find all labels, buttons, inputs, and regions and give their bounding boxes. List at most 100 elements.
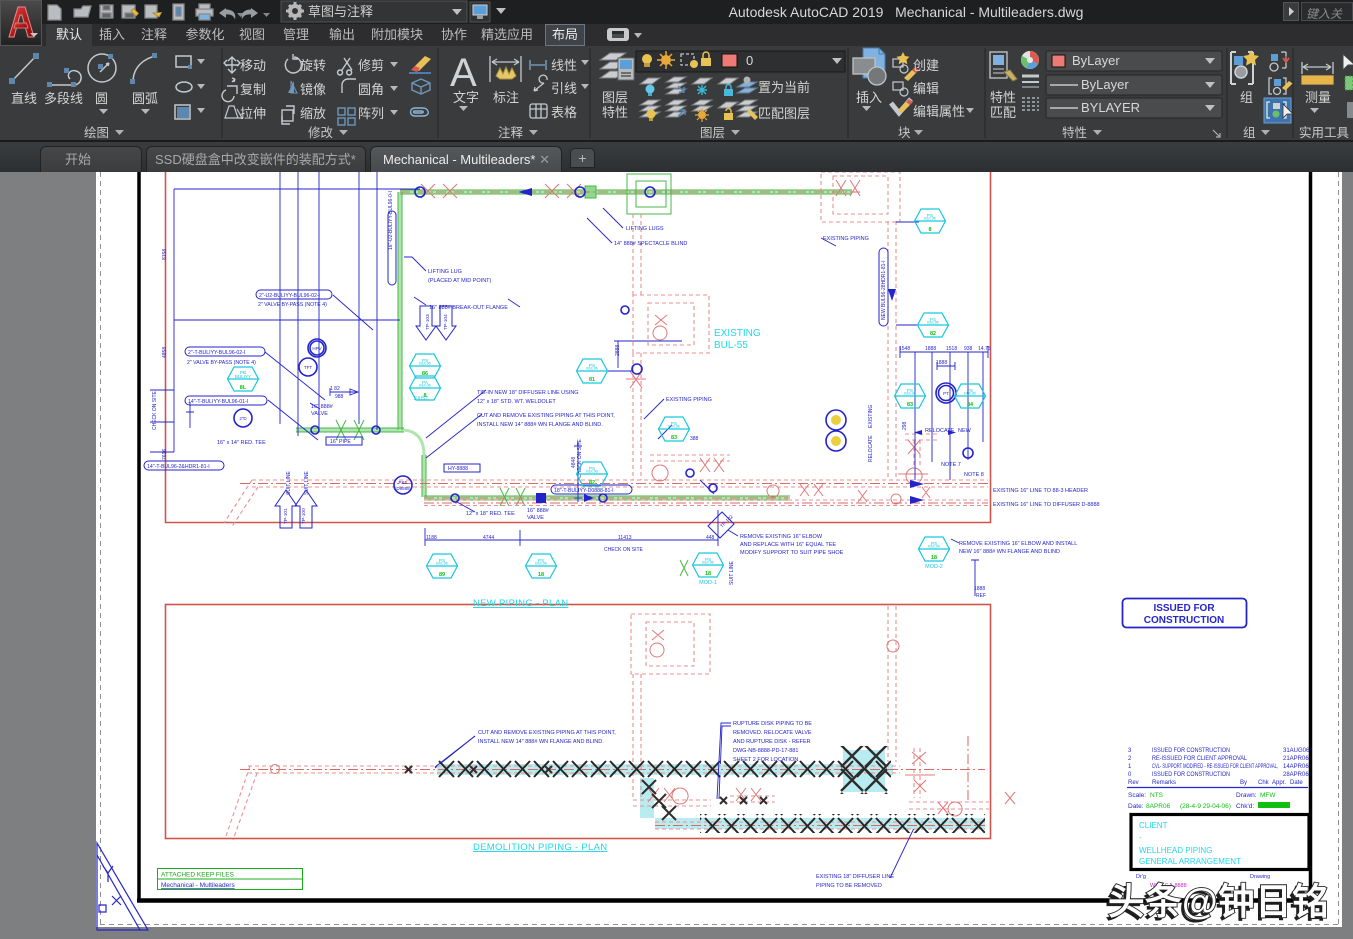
svg-text:Date:: Date: [1128, 803, 1144, 810]
svg-text:TFT: TFT [304, 365, 312, 370]
svg-text:(PLACED AT MID POINT): (PLACED AT MID POINT) [428, 278, 492, 284]
svg-text:文字: 文字 [453, 90, 479, 105]
svg-text:P&E: P&E [398, 480, 407, 485]
svg-text:MOD-2: MOD-2 [925, 564, 943, 570]
svg-text:INSTALL NEW 14" 888# WN FLANGE: INSTALL NEW 14" 888# WN FLANGE AND BLIND… [477, 422, 603, 428]
svg-text:ISSUED FOR CONSTRUCTION: ISSUED FOR CONSTRUCTION [1152, 772, 1230, 778]
svg-text:创建: 创建 [913, 58, 939, 73]
svg-text:12" x 18" RED. TEE: 12" x 18" RED. TEE [466, 511, 515, 517]
svg-text:1888: 1888 [925, 346, 936, 352]
svg-text:2"D: 2"D [239, 416, 247, 421]
svg-text:8: 8 [423, 393, 426, 399]
svg-text:1888: 1888 [936, 360, 947, 366]
svg-text:ByLayer: ByLayer [1081, 77, 1129, 92]
svg-text:18: 18 [705, 571, 711, 577]
svg-text:BUL96: BUL96 [927, 321, 939, 325]
svg-text:ATTACHED KEEP FILES: ATTACHED KEEP FILES [161, 872, 235, 879]
svg-text:阵列: 阵列 [358, 106, 384, 121]
svg-text:拉伸: 拉伸 [240, 106, 266, 121]
svg-text:NEW: NEW [958, 428, 972, 434]
svg-text:多段线: 多段线 [44, 91, 83, 106]
svg-text:4848: 4848 [571, 457, 577, 468]
svg-text:8APR06: 8APR06 [1146, 803, 1171, 810]
svg-text:标注: 标注 [493, 90, 519, 105]
svg-text:编辑: 编辑 [913, 81, 939, 96]
svg-text:Appr.: Appr. [1272, 780, 1286, 786]
svg-text:Mechanical - Multileaders: Mechanical - Multileaders [161, 882, 235, 889]
svg-text:VALVE: VALVE [311, 411, 328, 417]
svg-text:RUPTURE DISK PIPING TO BE: RUPTURE DISK PIPING TO BE [733, 721, 812, 727]
svg-text:圆角: 圆角 [358, 82, 384, 97]
svg-text:988: 988 [335, 394, 344, 400]
svg-text:BUL96: BUL96 [535, 562, 547, 566]
svg-text:BUL96: BUL96 [702, 561, 714, 565]
svg-text:16"-U2-BULIYY-BUL96-0-I: 16"-U2-BULIYY-BUL96-0-I [388, 191, 394, 250]
svg-text:BUL96: BUL96 [419, 384, 431, 388]
svg-text:938: 938 [964, 346, 973, 352]
svg-text:EXISTING 18" DIFFUSER LINE: EXISTING 18" DIFFUSER LINE [816, 874, 894, 880]
svg-text:(28-4-9 29-04-06): (28-4-9 29-04-06) [1180, 803, 1231, 810]
svg-text:WELLHEAD PIPING: WELLHEAD PIPING [1139, 846, 1212, 855]
svg-text:BULIYY: BULIYY [235, 374, 251, 379]
svg-text:82: 82 [930, 331, 936, 337]
svg-text:16" 888#: 16" 888# [311, 404, 334, 410]
svg-text:匹配图层: 匹配图层 [758, 106, 810, 121]
svg-text:DWG-NB-8888-PD-17-881: DWG-NB-8888-PD-17-881 [733, 748, 798, 754]
svg-text:16" PIPE: 16" PIPE [330, 439, 351, 445]
svg-text:注释: 注释 [498, 125, 524, 140]
svg-text:12" x 18" STD. WT. WELDOLET: 12" x 18" STD. WT. WELDOLET [477, 399, 556, 405]
svg-text:RELOCATE: RELOCATE [868, 435, 874, 462]
svg-text:2" VALVE BY-PASS (NOTE 4): 2" VALVE BY-PASS (NOTE 4) [187, 360, 256, 366]
svg-text:14"-T-BUL96-2&HDR1-81-I: 14"-T-BUL96-2&HDR1-81-I [147, 464, 210, 470]
svg-text:8: 8 [928, 227, 931, 233]
svg-text:2"-T-BULIYY-BUL96-02-I: 2"-T-BULIYY-BUL96-02-I [188, 350, 245, 356]
svg-text:移动: 移动 [240, 58, 266, 73]
svg-text:置为当前: 置为当前 [758, 80, 810, 95]
svg-text:BUL96: BUL96 [668, 425, 680, 429]
svg-text:4744: 4744 [483, 535, 494, 541]
svg-text:REMOVE EXISTING 16" ELBOW: REMOVE EXISTING 16" ELBOW [740, 534, 823, 540]
svg-text:特性: 特性 [1062, 125, 1087, 140]
svg-text:复制: 复制 [240, 82, 266, 97]
svg-text:14" 888# SPECTACLE BLIND: 14" 888# SPECTACLE BLIND [614, 241, 687, 247]
svg-text:16" x 14" RED. TEE: 16" x 14" RED. TEE [217, 440, 266, 446]
svg-text:RE-ISSUED FOR CLIENT APPROVAL: RE-ISSUED FOR CLIENT APPROVAL [1152, 756, 1248, 762]
svg-text:CHECK ON SITE: CHECK ON SITE [604, 547, 644, 553]
svg-text:图层: 图层 [700, 126, 725, 140]
svg-text:修剪: 修剪 [358, 58, 384, 73]
svg-text:编辑属性: 编辑属性 [913, 104, 965, 119]
svg-text:CUT AND REMOVE EXISTING PIPING: CUT AND REMOVE EXISTING PIPING AT THIS P… [478, 730, 616, 736]
svg-text:1888: 1888 [974, 586, 985, 592]
svg-text:8158: 8158 [162, 249, 168, 260]
svg-text:INSTALL NEW 14" 888# WN FLANGE: INSTALL NEW 14" 888# WN FLANGE AND BLIND… [478, 739, 604, 745]
svg-text:18: 18 [931, 555, 937, 561]
svg-text:LIFTING LUGS: LIFTING LUGS [626, 226, 664, 232]
svg-text:83: 83 [907, 402, 913, 408]
svg-text:特性: 特性 [990, 90, 1016, 105]
svg-text:TIE-IN NEW 18" DIFFUSER LINE U: TIE-IN NEW 18" DIFFUSER LINE USING [477, 390, 579, 396]
svg-text:AND REPLACE WITH 16" EQUAL TEE: AND REPLACE WITH 16" EQUAL TEE [740, 542, 836, 548]
svg-text:PT: PT [943, 391, 949, 396]
svg-text:ByLayer: ByLayer [1072, 53, 1120, 68]
svg-text:MOD-1: MOD-1 [699, 580, 717, 586]
svg-text:Chk: Chk [1258, 780, 1270, 786]
svg-text:REMOVED. RELOCATE VALVE: REMOVED. RELOCATE VALVE [733, 730, 812, 736]
svg-text:MFW: MFW [1260, 792, 1276, 799]
svg-text:A: A [450, 51, 477, 95]
svg-text:图层: 图层 [602, 90, 628, 105]
svg-text:NEW PIPING - PLAN: NEW PIPING - PLAN [473, 598, 568, 609]
svg-text:REF: REF [976, 593, 986, 599]
svg-text:298: 298 [902, 421, 908, 430]
svg-text:89: 89 [439, 572, 445, 578]
svg-text:Chk'd:: Chk'd: [1236, 803, 1254, 810]
svg-text:NOTE 8: NOTE 8 [964, 472, 984, 478]
svg-text:28APR06: 28APR06 [1283, 772, 1309, 778]
svg-text:CONSTRUCTION: CONSTRUCTION [1144, 615, 1225, 626]
svg-text:圆弧: 圆弧 [132, 91, 158, 106]
svg-text:GENERAL ARRANGEMENT: GENERAL ARRANGEMENT [1139, 857, 1241, 866]
svg-text:16" 888#: 16" 888# [527, 508, 550, 514]
svg-text:旋转: 旋转 [300, 58, 326, 73]
svg-text:块: 块 [898, 126, 911, 140]
svg-text:ISSUED FOR: ISSUED FOR [1153, 603, 1215, 614]
svg-text:388: 388 [690, 436, 699, 442]
